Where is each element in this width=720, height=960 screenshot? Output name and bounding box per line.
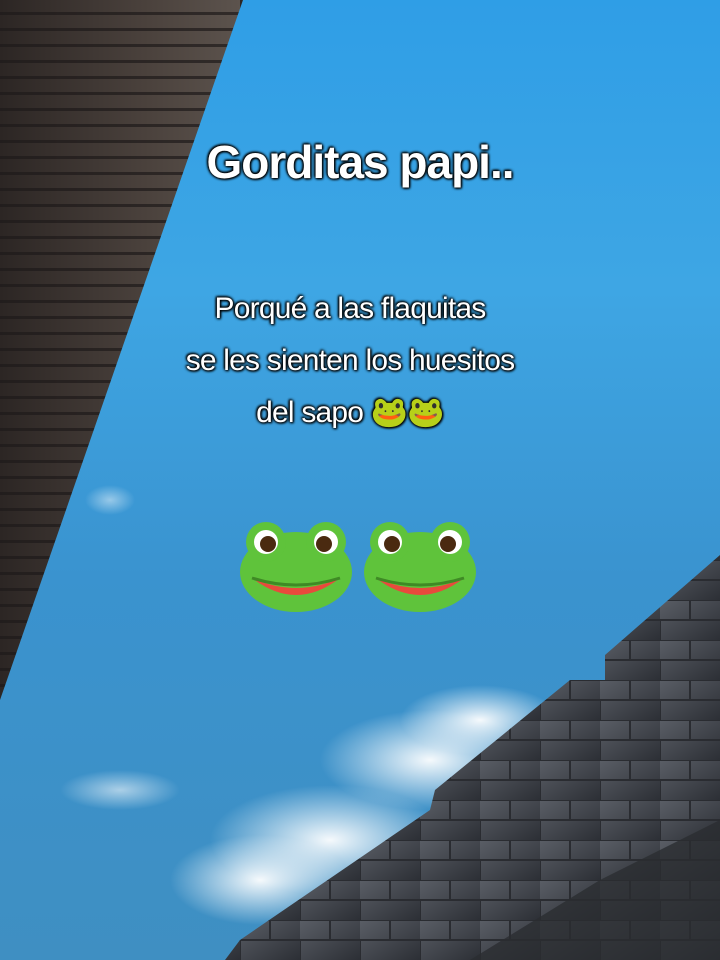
caption-line-2: se les sienten los huesitos — [185, 344, 515, 377]
large-emoji-row — [0, 520, 720, 620]
frog-icon — [240, 522, 352, 612]
frog-icon — [364, 522, 476, 612]
caption-line-1: Porqué a las flaquitas — [214, 292, 487, 325]
caption-line-3: del sapo 🐸🐸 — [256, 396, 444, 429]
photo-scene: Gorditas papi.. Porqué a las flaquitas s… — [0, 0, 720, 960]
title-text: Gorditas papi.. — [206, 136, 514, 188]
caption-text: Porqué a las flaquitas se les sienten lo… — [90, 283, 610, 439]
